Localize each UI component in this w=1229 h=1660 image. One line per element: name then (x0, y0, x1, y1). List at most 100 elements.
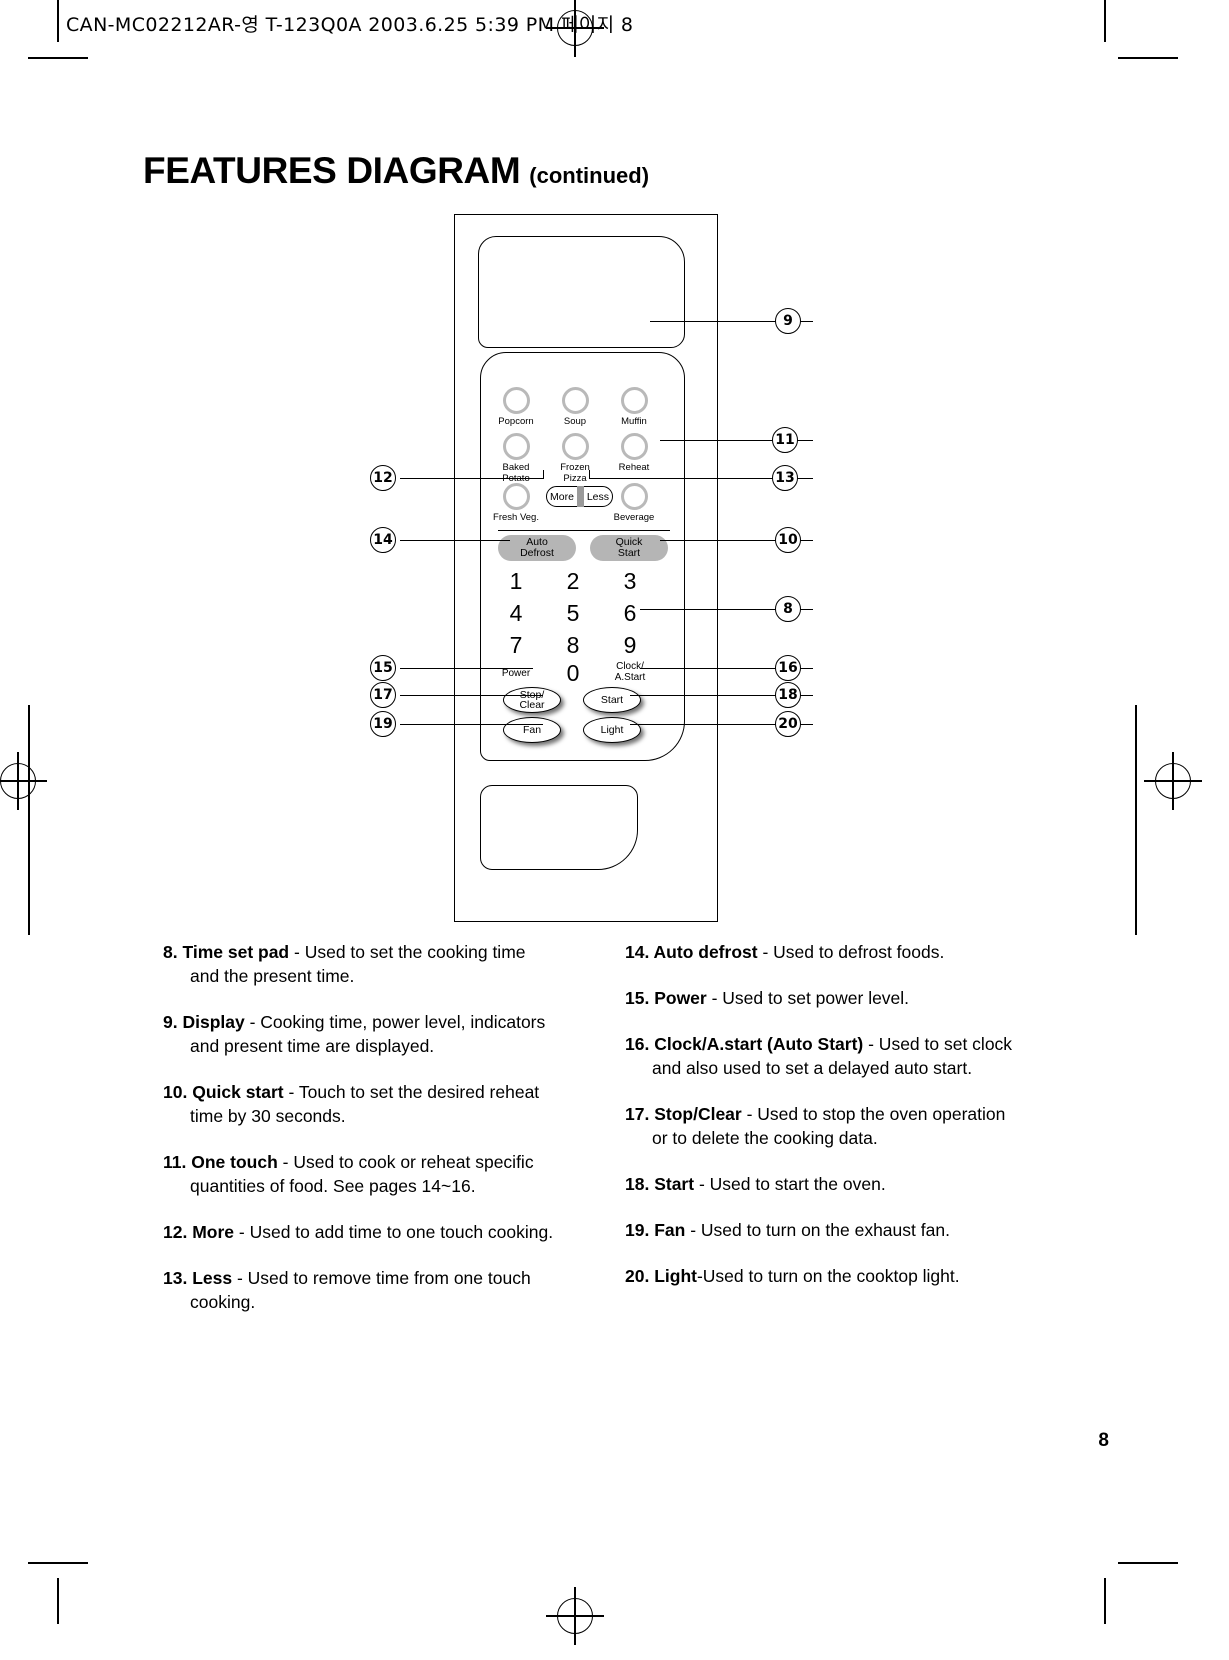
description-term: Power (654, 988, 707, 1008)
registration-mark-left (0, 752, 47, 810)
description-item-19: 19. Fan - Used to turn on the exhaust fa… (625, 1218, 1020, 1242)
pad-label-fresh-veg: Fresh Veg. (493, 512, 539, 523)
button-start[interactable]: Start (583, 687, 641, 713)
description-number: 16. (625, 1034, 655, 1054)
more-label: More (550, 490, 574, 503)
description-item-15: 15. Power - Used to set power level. (625, 986, 1020, 1010)
crop-mark-top-left-h (28, 57, 88, 59)
description-item-8: 8. Time set pad - Used to set the cookin… (163, 940, 558, 988)
leader-13-riser (589, 470, 591, 479)
leader-14 (400, 540, 510, 542)
callout-20: 20 (775, 711, 801, 737)
callout-15: 15 (370, 655, 396, 681)
key-2[interactable]: 2 (556, 568, 590, 595)
pad-baked-potato[interactable] (503, 433, 530, 460)
key-3[interactable]: 3 (613, 568, 647, 595)
pad-label-reheat: Reheat (618, 462, 650, 473)
leader-12 (400, 478, 543, 480)
description-item-9: 9. Display - Cooking time, power level, … (163, 1010, 558, 1058)
description-term: Start (654, 1174, 695, 1194)
description-text: - Used to add time to one touch cooking. (234, 1222, 554, 1242)
crop-mark-bottom-right-v (1104, 1578, 1106, 1624)
key-6[interactable]: 6 (613, 600, 647, 627)
page-title: FEATURES DIAGRAM (continued) (143, 150, 649, 192)
description-number: 20. (625, 1266, 655, 1286)
registration-mark-right (1144, 752, 1202, 810)
description-number: 8. (163, 942, 183, 962)
leader-17 (400, 695, 543, 697)
description-item-18: 18. Start - Used to start the oven. (625, 1172, 1020, 1196)
description-item-10: 10. Quick start - Touch to set the desir… (163, 1080, 558, 1128)
leader-13-riser-h (589, 478, 639, 480)
description-number: 13. (163, 1268, 193, 1288)
description-number: 10. (163, 1082, 193, 1102)
description-number: 9. (163, 1012, 183, 1032)
more-less-pad[interactable]: More Less (546, 486, 613, 507)
callout-19: 19 (370, 711, 396, 737)
description-text: - Used to remove time from one touch coo… (190, 1268, 531, 1312)
callout-14: 14 (370, 527, 396, 553)
key-7[interactable]: 7 (499, 632, 533, 659)
callout-9: 9 (775, 308, 801, 334)
description-text: - Used to start the oven. (694, 1174, 886, 1194)
button-power[interactable]: Power (482, 668, 550, 679)
page-title-continued: (continued) (529, 163, 650, 188)
lower-panel-window (480, 785, 638, 870)
pad-reheat[interactable] (621, 433, 648, 460)
button-clock-astart[interactable]: Clock/ A.Start (598, 661, 662, 683)
key-5[interactable]: 5 (556, 600, 590, 627)
description-item-14: 14. Auto defrost - Used to defrost foods… (625, 940, 1020, 964)
callout-10: 10 (775, 527, 801, 553)
page-number: 8 (1098, 1430, 1109, 1451)
pad-frozen-pizza[interactable] (562, 433, 589, 460)
key-4[interactable]: 4 (499, 600, 533, 627)
description-item-11: 11. One touch - Used to cook or reheat s… (163, 1150, 558, 1198)
pad-muffin[interactable] (621, 387, 648, 414)
description-number: 19. (625, 1220, 655, 1240)
running-header: CAN-MC02212AR-영 T-123Q0A 2003.6.25 5:39 … (66, 14, 634, 36)
button-fan[interactable]: Fan (503, 717, 561, 743)
key-8[interactable]: 8 (556, 632, 590, 659)
callout-13: 13 (772, 465, 798, 491)
description-number: 11. (163, 1152, 192, 1172)
description-text: -Used to turn on the cooktop light. (696, 1266, 960, 1286)
callout-17: 17 (370, 682, 396, 708)
description-term: Auto defrost (653, 942, 758, 962)
pad-beverage[interactable] (621, 483, 648, 510)
key-1[interactable]: 1 (499, 568, 533, 595)
description-item-17: 17. Stop/Clear - Used to stop the oven o… (625, 1102, 1020, 1150)
description-term: Quick start (192, 1082, 284, 1102)
key-0[interactable]: 0 (556, 660, 590, 687)
button-light[interactable]: Light (583, 717, 641, 743)
button-quick-start[interactable]: Quick Start (590, 535, 668, 561)
description-item-13: 13. Less - Used to remove time from one … (163, 1266, 558, 1314)
description-text: - Used to defrost foods. (757, 942, 945, 962)
control-panel-diagram: Popcorn Soup Muffin Baked Potato Frozen … (350, 205, 850, 935)
crop-mark-top-right-h (1118, 57, 1178, 59)
description-term: Light (654, 1266, 697, 1286)
description-item-16: 16. Clock/A.start (Auto Start) - Used to… (625, 1032, 1020, 1080)
description-number: 15. (625, 988, 655, 1008)
description-term: Time set pad (182, 942, 290, 962)
registration-mark-bottom (546, 1587, 604, 1645)
callout-12: 12 (370, 465, 396, 491)
pad-popcorn[interactable] (503, 387, 530, 414)
crop-mark-left-v (28, 705, 30, 935)
description-term: Clock/A.start (Auto Start) (654, 1034, 864, 1054)
pad-label-beverage: Beverage (613, 512, 655, 523)
button-auto-defrost[interactable]: Auto Defrost (498, 535, 576, 561)
callout-18: 18 (775, 682, 801, 708)
panel-divider (498, 530, 670, 532)
button-stop-clear[interactable]: Stop/ Clear (503, 687, 561, 713)
crop-mark-top-left-v (57, 0, 59, 42)
less-label: Less (586, 490, 609, 503)
leader-19 (400, 724, 543, 726)
pad-fresh-veg[interactable] (503, 483, 530, 510)
leader-12-riser (543, 470, 545, 479)
display-window (478, 236, 685, 348)
key-9[interactable]: 9 (613, 632, 647, 659)
description-term: Display (182, 1012, 245, 1032)
callout-11: 11 (772, 427, 798, 453)
pad-soup[interactable] (562, 387, 589, 414)
description-number: 14. (625, 942, 654, 962)
